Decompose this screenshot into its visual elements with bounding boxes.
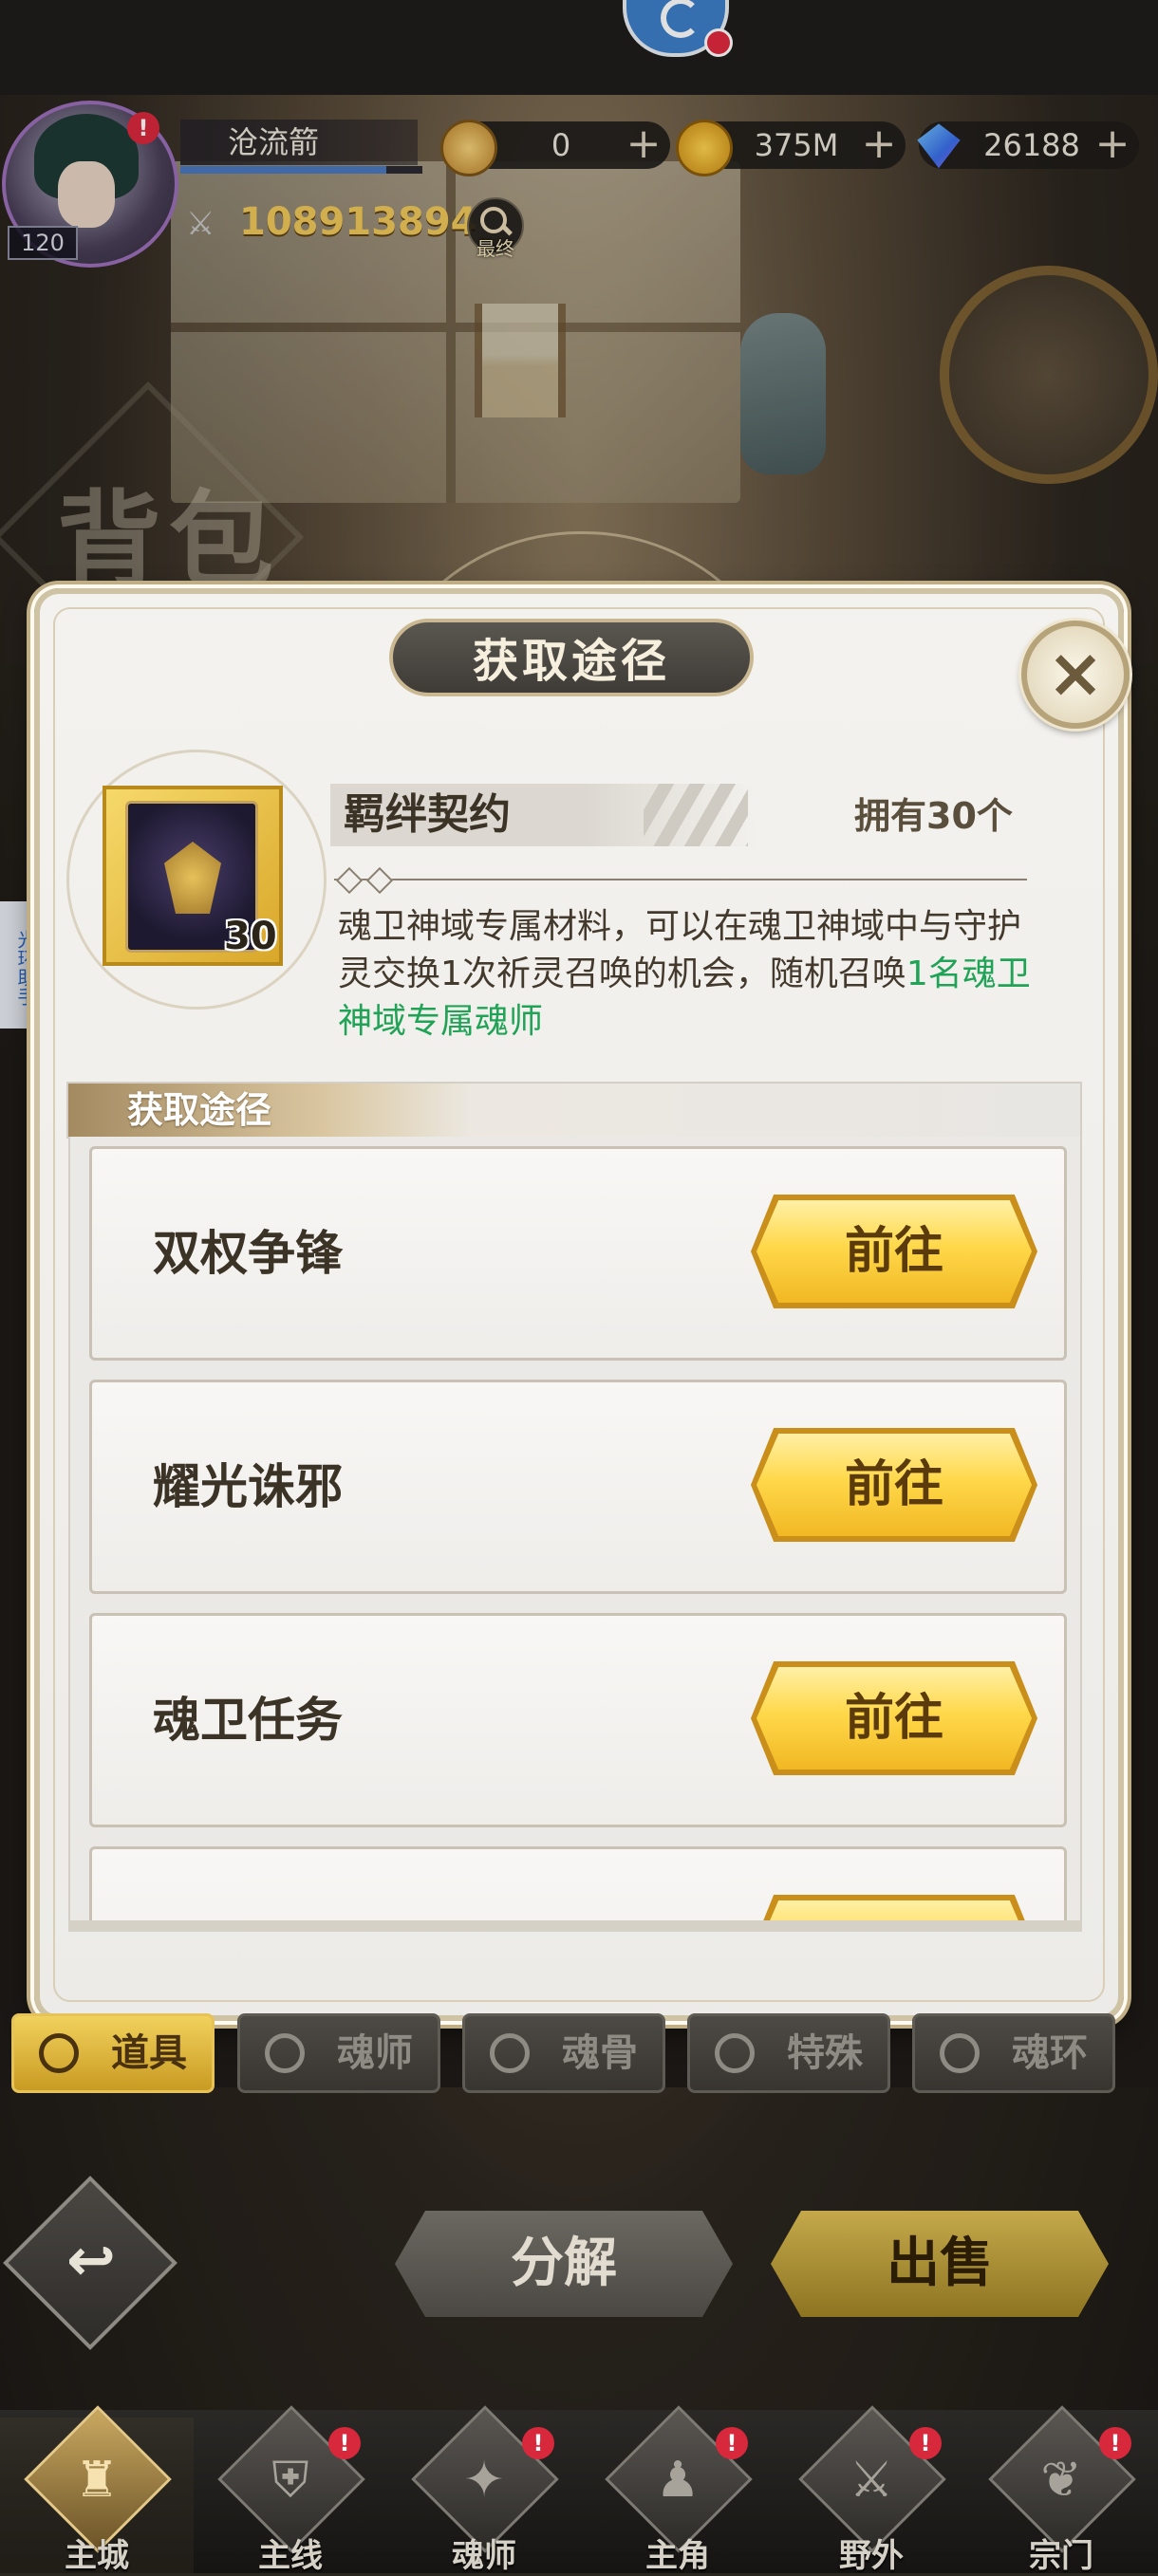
list-item: 双权争锋 前往 [89,1146,1067,1361]
source-label: 耀光诛邪 [153,1459,343,1514]
special-icon [715,2033,755,2073]
modal-title: 获取途径 [389,619,754,696]
tab-label: 特殊 [787,2031,863,2075]
tab-soul-master[interactable]: 魂师 [237,2013,440,2093]
sell-button[interactable]: 出售 [771,2211,1109,2317]
nav-mainline[interactable]: ⛨ ! 主线 [194,2405,387,2575]
nav-label: 主角 [645,2537,710,2575]
nav-sect[interactable]: ❦ ! 宗门 [964,2405,1158,2575]
tab-label: 魂环 [1012,2031,1088,2075]
section-label: 获取途径 [127,1089,272,1131]
item-description: 魂卫神域专属材料，可以在魂卫神域中与守护灵交换1次祈灵召唤的机会，随机召唤1名魂… [338,903,1040,1046]
go-button[interactable]: 前往 [756,1667,1032,1770]
item-name: 羁绊契约 [344,790,511,839]
go-button[interactable]: 前往 [756,1434,1032,1536]
nav-label: 宗门 [1029,2537,1093,2575]
back-arrow-icon: ↩ [66,2225,116,2294]
item-owned-count: 拥有30个 [854,795,1013,837]
soul-master-icon [265,2033,305,2073]
close-icon[interactable]: × [1021,621,1130,729]
list-item: 耀光诛邪 前往 [89,1380,1067,1594]
nav-label: 魂师 [452,2537,516,2575]
nav-soul-master[interactable]: ✦ ! 魂师 [387,2405,581,2575]
nav-alert-badge: ! [716,2427,748,2459]
decompose-button[interactable]: 分解 [395,2211,733,2317]
nav-label: 野外 [839,2537,904,2575]
nav-alert-badge: ! [328,2427,361,2459]
contract-emblem-icon [164,842,221,914]
hero-icon: ♟ [655,2452,700,2509]
tab-label: 魂师 [337,2031,413,2075]
tab-label: 魂骨 [562,2031,638,2075]
list-bottom-edge [68,1920,1082,1932]
nav-main-city[interactable]: ♜ 主城 [0,2405,194,2575]
sword-icon: ⚔ [849,2452,894,2509]
nav-alert-badge: ! [1099,2427,1131,2459]
soul-bone-icon [490,2033,530,2073]
mainline-icon: ⛨ [271,2452,309,2509]
castle-icon: ♜ [74,2452,120,2509]
sect-icon: ❦ [1040,2452,1082,2509]
tab-soul-ring[interactable]: 魂环 [912,2013,1115,2093]
nav-wild[interactable]: ⚔ ! 野外 [775,2405,968,2575]
go-button[interactable]: 前往 [756,1200,1032,1303]
list-item: 魂卫任务 前往 [89,1613,1067,1827]
item-count: 30 [224,915,277,958]
nav-label: 主城 [65,2537,129,2575]
tab-special[interactable]: 特殊 [687,2013,890,2093]
nav-label: 主线 [258,2537,323,2575]
tab-items[interactable]: 道具 [11,2013,215,2093]
tab-soul-bone[interactable]: 魂骨 [462,2013,665,2093]
source-list[interactable]: 双权争锋 前往 耀光诛邪 前往 魂卫任务 前往 [68,1137,1082,1924]
nav-alert-badge: ! [909,2427,942,2459]
divider [334,866,1027,895]
name-bar-stripes [644,784,748,846]
book-icon: ✦ [463,2452,505,2509]
item-icon [39,2033,79,2073]
source-label: 双权争锋 [153,1226,343,1281]
soul-ring-icon [940,2033,980,2073]
list-item-partial [89,1846,1067,1922]
nav-hero[interactable]: ♟ ! 主角 [581,2405,775,2575]
nav-alert-badge: ! [522,2427,554,2459]
source-label: 魂卫任务 [153,1693,343,1748]
tab-label: 道具 [111,2031,187,2075]
